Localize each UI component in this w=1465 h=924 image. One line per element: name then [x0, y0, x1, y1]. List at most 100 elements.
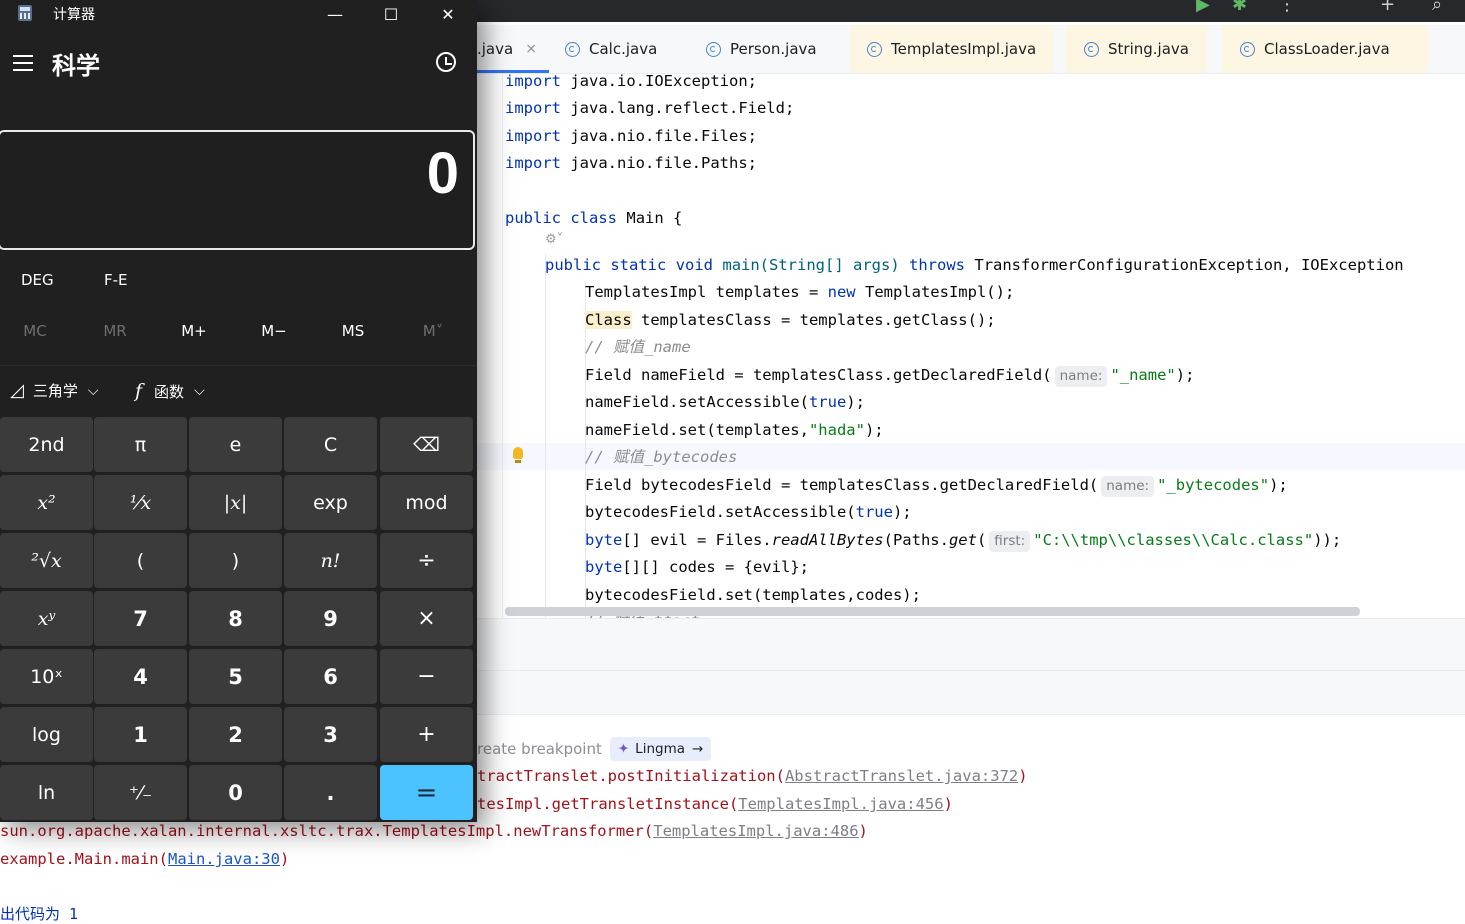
digit-3-key[interactable]: 3 [284, 707, 377, 762]
m-plus-button[interactable]: M+ [164, 322, 224, 340]
code-text: TemplatesImpl templates = [585, 283, 828, 301]
code-editor[interactable]: import java.io.IOException; import java.… [477, 74, 1465, 618]
source-link[interactable]: TemplatesImpl.java:486 [653, 822, 858, 840]
fe-button[interactable]: F-E [104, 271, 128, 289]
add-user-icon[interactable]: + [1380, 0, 1395, 16]
string-literal: "_name" [1110, 366, 1176, 384]
code-text: TransformerConfigurationException, IOExc… [974, 256, 1404, 274]
e-key[interactable]: e [189, 417, 282, 472]
backspace-key[interactable]: ⌫ [380, 417, 473, 472]
tab-main[interactable]: .java × [477, 25, 537, 73]
ln-key[interactable]: ln [0, 765, 93, 820]
digit-8-key[interactable]: 8 [189, 591, 282, 646]
clear-key[interactable]: C [284, 417, 377, 472]
code-line: bytecodesField.setAccessible(true); [585, 499, 912, 526]
mod-key[interactable]: mod [380, 475, 473, 530]
history-icon[interactable] [436, 52, 456, 72]
source-link[interactable]: TemplatesImpl.java:456 [738, 795, 943, 813]
class-icon [1084, 41, 1099, 57]
source-link[interactable]: AbstractTranslet.java:372 [785, 767, 1018, 785]
parameter-hint: first: [989, 531, 1031, 552]
active-tab-indicator [477, 70, 549, 73]
close-button[interactable]: ✕ [420, 0, 476, 28]
stacktrace-line: tesImpl.getTransletInstance(TemplatesImp… [477, 791, 953, 818]
tool-window-header [477, 619, 1465, 671]
inlay-gear-icon[interactable]: ⚙˅ [545, 232, 563, 247]
class-icon [867, 41, 882, 57]
display-value: 0 [426, 141, 459, 206]
horizontal-scrollbar[interactable] [505, 607, 1360, 616]
memory-list-button[interactable]: M˅ [403, 322, 463, 340]
code-text: bytecodesField.setAccessible( [585, 503, 856, 521]
multiply-key[interactable]: × [380, 591, 473, 646]
maximize-button[interactable]: ☐ [363, 0, 419, 28]
digit-6-key[interactable]: 6 [284, 649, 377, 704]
reciprocal-key[interactable]: ¹⁄x [94, 475, 187, 530]
tab-person[interactable]: Person.java [706, 25, 817, 73]
trigonometry-dropdown[interactable]: ◿ 三角学 ⌵ [10, 380, 98, 401]
mc-button[interactable]: MC [5, 322, 65, 340]
ten-power-key[interactable]: 10ˣ [0, 649, 93, 704]
code-line: bytecodesField.set(templates,codes); [585, 586, 921, 604]
open-paren-key[interactable]: ( [94, 533, 187, 588]
absolute-key[interactable]: |x| [189, 475, 282, 530]
ms-button[interactable]: MS [323, 322, 383, 340]
stack-text: tesImpl.getTransletInstance( [477, 795, 739, 813]
menu-icon[interactable] [13, 55, 33, 71]
function-dropdown[interactable]: f 函数 ⌵ [135, 380, 205, 402]
tab-label: String.java [1108, 40, 1189, 58]
source-link[interactable]: Main.java:30 [168, 850, 280, 868]
title-bar[interactable]: 计算器 — ☐ ✕ [0, 0, 477, 28]
close-paren-key[interactable]: ) [189, 533, 282, 588]
minus-key[interactable]: − [380, 649, 473, 704]
keyword: byte [585, 531, 623, 549]
lingma-button[interactable]: ✦ Lingma → [609, 737, 712, 761]
negate-key[interactable]: ⁺⁄₋ [94, 765, 187, 820]
m-minus-button[interactable]: M− [244, 322, 304, 340]
string-literal: "hada" [808, 421, 865, 439]
factorial-key[interactable]: n! [284, 533, 377, 588]
tab-classloader[interactable]: ClassLoader.java [1222, 25, 1428, 73]
square-key[interactable]: x² [0, 475, 93, 530]
exp-key[interactable]: exp [284, 475, 377, 530]
digit-4-key[interactable]: 4 [94, 649, 187, 704]
equals-key[interactable]: = [380, 765, 473, 820]
keyword: public [545, 256, 601, 274]
lingma-icon: ✦ [617, 741, 630, 757]
chevron-down-icon: ⌵ [87, 382, 99, 399]
digit-2-key[interactable]: 2 [189, 707, 282, 762]
code-text: java.nio.file.Paths; [570, 154, 757, 172]
divide-key[interactable]: ÷ [380, 533, 473, 588]
digit-0-key[interactable]: 0 [189, 765, 282, 820]
tab-calc[interactable]: Calc.java [565, 25, 657, 73]
tab-string[interactable]: String.java [1066, 25, 1207, 73]
minimize-button[interactable]: — [307, 0, 363, 28]
keyword: new [827, 283, 856, 301]
debug-icon[interactable]: ✱ [1232, 0, 1247, 16]
triangle-icon: ◿ [10, 380, 24, 401]
more-icon[interactable]: ⋮ [1278, 0, 1296, 16]
code-text: ); [864, 421, 884, 439]
parameter-hint: name: [1101, 476, 1155, 497]
exit-code-text: 出代码为 1 [0, 905, 79, 923]
close-icon[interactable]: × [525, 41, 537, 57]
angle-mode-button[interactable]: DEG [21, 271, 54, 289]
mr-button[interactable]: MR [85, 322, 145, 340]
digit-5-key[interactable]: 5 [189, 649, 282, 704]
plus-key[interactable]: + [380, 707, 473, 762]
second-key[interactable]: 2nd [0, 417, 93, 472]
digit-1-key[interactable]: 1 [94, 707, 187, 762]
sqrt-key[interactable]: ²√x [0, 533, 93, 588]
pi-key[interactable]: π [94, 417, 187, 472]
search-icon[interactable]: ⌕ [1432, 0, 1442, 16]
lightbulb-icon[interactable] [513, 447, 523, 463]
power-key[interactable]: xʸ [0, 591, 93, 646]
method-name: get [948, 531, 977, 549]
decimal-key[interactable]: . [284, 765, 377, 820]
digit-7-key[interactable]: 7 [94, 591, 187, 646]
tab-templatesimpl[interactable]: TemplatesImpl.java [850, 25, 1054, 73]
digit-9-key[interactable]: 9 [284, 591, 377, 646]
log-key[interactable]: log [0, 707, 93, 762]
code-text: nameField.setAccessible( [585, 393, 809, 411]
run-icon[interactable]: ▶ [1196, 0, 1210, 16]
